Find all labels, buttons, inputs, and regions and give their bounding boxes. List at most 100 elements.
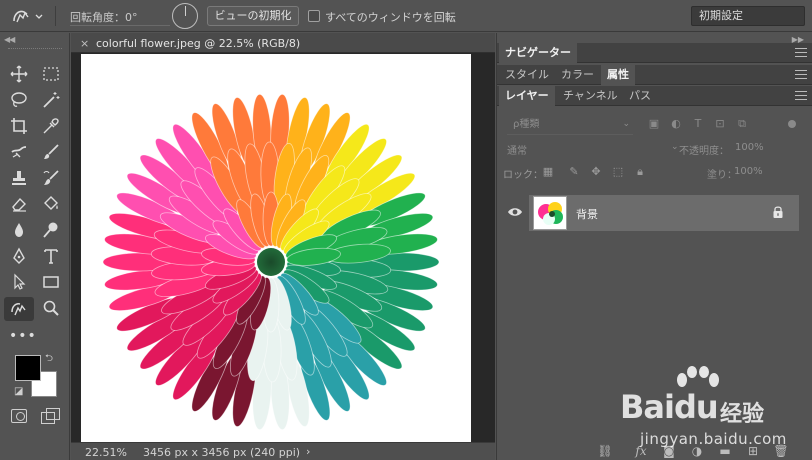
status-bar: 22.51% 3456 px x 3456 px (240 ppi) › [71, 442, 495, 460]
workspace-select[interactable]: 初期設定 [691, 6, 805, 26]
rectangle-tool[interactable] [38, 271, 64, 293]
blur-tool[interactable] [6, 219, 32, 241]
eyedropper-icon [43, 118, 59, 134]
path-select-tool[interactable] [6, 271, 32, 293]
eye-icon[interactable] [507, 204, 523, 220]
dodge-tool[interactable] [38, 219, 64, 241]
tab-channels[interactable]: チャンネル [557, 86, 624, 106]
tab-properties[interactable]: 属性 [601, 65, 635, 85]
foreground-color-swatch[interactable] [15, 355, 41, 381]
history-brush-tool[interactable] [38, 167, 64, 189]
new-group-icon[interactable]: ▬ [717, 443, 733, 459]
lock-label: ロック： [503, 170, 543, 181]
right-panel-dock: ▶▶ ナビゲーター スタイル カラー 属性 レイヤー チャンネル パス ρ種類 … [496, 33, 812, 460]
lock-artboard-icon[interactable]: ⬚ [611, 165, 625, 179]
marquee-tool[interactable] [38, 63, 64, 85]
zoom-icon [43, 300, 59, 316]
layer-filter-row: ρ種類 ⌄ ▣ ◐ T ⊡ ⧉ [507, 115, 797, 135]
fx-icon[interactable]: fx [633, 443, 649, 459]
shape-filter-icon[interactable]: ⊡ [713, 117, 727, 131]
panel-menu-icon[interactable] [795, 48, 807, 57]
link-layers-icon[interactable]: ⛓ [597, 443, 613, 459]
rotate-all-windows-label: すべてのウィンドウを回転 [325, 11, 456, 24]
pen-tool[interactable] [6, 245, 32, 267]
flower-image [102, 93, 440, 431]
fill-field[interactable]: 100% [734, 166, 763, 177]
type-filter-icon[interactable]: T [691, 117, 705, 131]
paint-bucket-tool[interactable] [38, 193, 64, 215]
layer-row[interactable]: 背景 [529, 195, 799, 231]
trash-icon[interactable]: 🗑︎ [773, 443, 789, 459]
move-tool[interactable] [6, 63, 32, 85]
tab-layers[interactable]: レイヤー [499, 86, 555, 106]
swap-colors-icon[interactable]: ⮌ [45, 351, 53, 368]
panel-menu-icon[interactable] [795, 70, 807, 79]
crop-tool[interactable] [6, 115, 32, 137]
layers-footer: ⛓ fx ◙ ◑ ▬ ⊞ 🗑︎ [597, 442, 812, 460]
more-tools-button[interactable]: ••• [9, 328, 37, 344]
stamp-icon [12, 171, 26, 185]
filter-kind-label: ρ種類 [513, 119, 540, 130]
layer-name[interactable]: 背景 [576, 206, 598, 222]
chevron-down-icon: ⌄ [671, 142, 679, 152]
filter-kind-select[interactable]: ρ種類 ⌄ [507, 115, 633, 135]
brush-tool[interactable] [38, 141, 64, 163]
rotation-dial[interactable] [172, 3, 198, 29]
panel-menu-icon[interactable] [795, 91, 807, 100]
double-chevron-left-icon[interactable]: ◀◀ [4, 35, 15, 44]
lock-all-icon[interactable]: 🔒︎ [633, 165, 647, 179]
lock-image-pixels-icon[interactable]: ✎ [567, 165, 581, 179]
image-canvas[interactable] [81, 54, 471, 442]
navigator-panel-tabs: ナビゲーター [497, 43, 812, 63]
tools-panel: ◀◀ ••• ⮌ ◪ [0, 33, 70, 460]
blend-mode-select[interactable]: 通常 [507, 142, 527, 157]
arrow-cursor-icon [14, 273, 26, 290]
blur-drop-icon [15, 223, 23, 237]
document-title: colorful flower.jpeg @ 22.5% (RGB/8) [96, 37, 301, 50]
healing-tool[interactable] [6, 141, 32, 163]
zoom-tool[interactable] [38, 297, 64, 319]
default-colors-icon[interactable]: ◪ [14, 386, 23, 397]
eraser-tool[interactable] [6, 193, 32, 215]
filter-toggle[interactable] [788, 120, 796, 128]
lasso-icon [11, 92, 27, 107]
add-mask-icon[interactable]: ◙ [661, 443, 677, 459]
reset-view-button[interactable]: ビューの初期化 [207, 6, 299, 26]
tab-color[interactable]: カラー [555, 65, 600, 85]
status-menu-arrow-icon[interactable]: › [306, 445, 310, 458]
smart-object-filter-icon[interactable]: ⧉ [735, 117, 749, 131]
lasso-tool[interactable] [6, 89, 32, 111]
adjustment-layer-icon[interactable]: ◑ [689, 443, 705, 459]
opacity-label: 不透明度： [679, 146, 729, 157]
rotate-view-icon [13, 10, 43, 23]
zoom-level[interactable]: 22.51% [85, 446, 127, 459]
new-layer-icon[interactable]: ⊞ [745, 443, 761, 459]
type-tool[interactable] [38, 245, 64, 267]
quick-select-tool[interactable] [38, 89, 64, 111]
move-icon [10, 65, 28, 83]
document-tab[interactable]: × colorful flower.jpeg @ 22.5% (RGB/8) [71, 33, 495, 53]
adjustment-filter-icon[interactable]: ◐ [669, 117, 683, 131]
pixel-filter-icon[interactable]: ▣ [647, 117, 661, 131]
tab-paths[interactable]: パス [623, 86, 657, 106]
rotate-all-windows-checkbox[interactable] [308, 10, 320, 22]
rotation-angle-label: 回転角度：0° [70, 11, 138, 24]
opacity-field[interactable]: 100% [735, 142, 764, 153]
tab-navigator[interactable]: ナビゲーター [499, 43, 577, 63]
tool-preset-picker[interactable] [10, 6, 46, 26]
clone-stamp-tool[interactable] [6, 167, 32, 189]
panel-grip[interactable] [8, 48, 62, 51]
properties-panel-tabs: スタイル カラー 属性 [497, 65, 812, 85]
tab-styles[interactable]: スタイル [499, 65, 555, 85]
quick-mask-icon[interactable] [11, 409, 27, 423]
close-icon[interactable]: × [80, 37, 89, 50]
layer-thumbnail [533, 196, 567, 230]
lock-position-icon[interactable]: ✥ [589, 165, 603, 179]
paint-bucket-icon [44, 196, 58, 210]
lock-transparency-icon[interactable]: ▦ [541, 165, 555, 179]
rotate-view-tool[interactable] [4, 297, 34, 321]
eyedropper-tool[interactable] [38, 115, 64, 137]
separator [55, 6, 56, 26]
screen-mode-icon[interactable] [41, 408, 60, 424]
history-brush-icon [43, 170, 59, 185]
